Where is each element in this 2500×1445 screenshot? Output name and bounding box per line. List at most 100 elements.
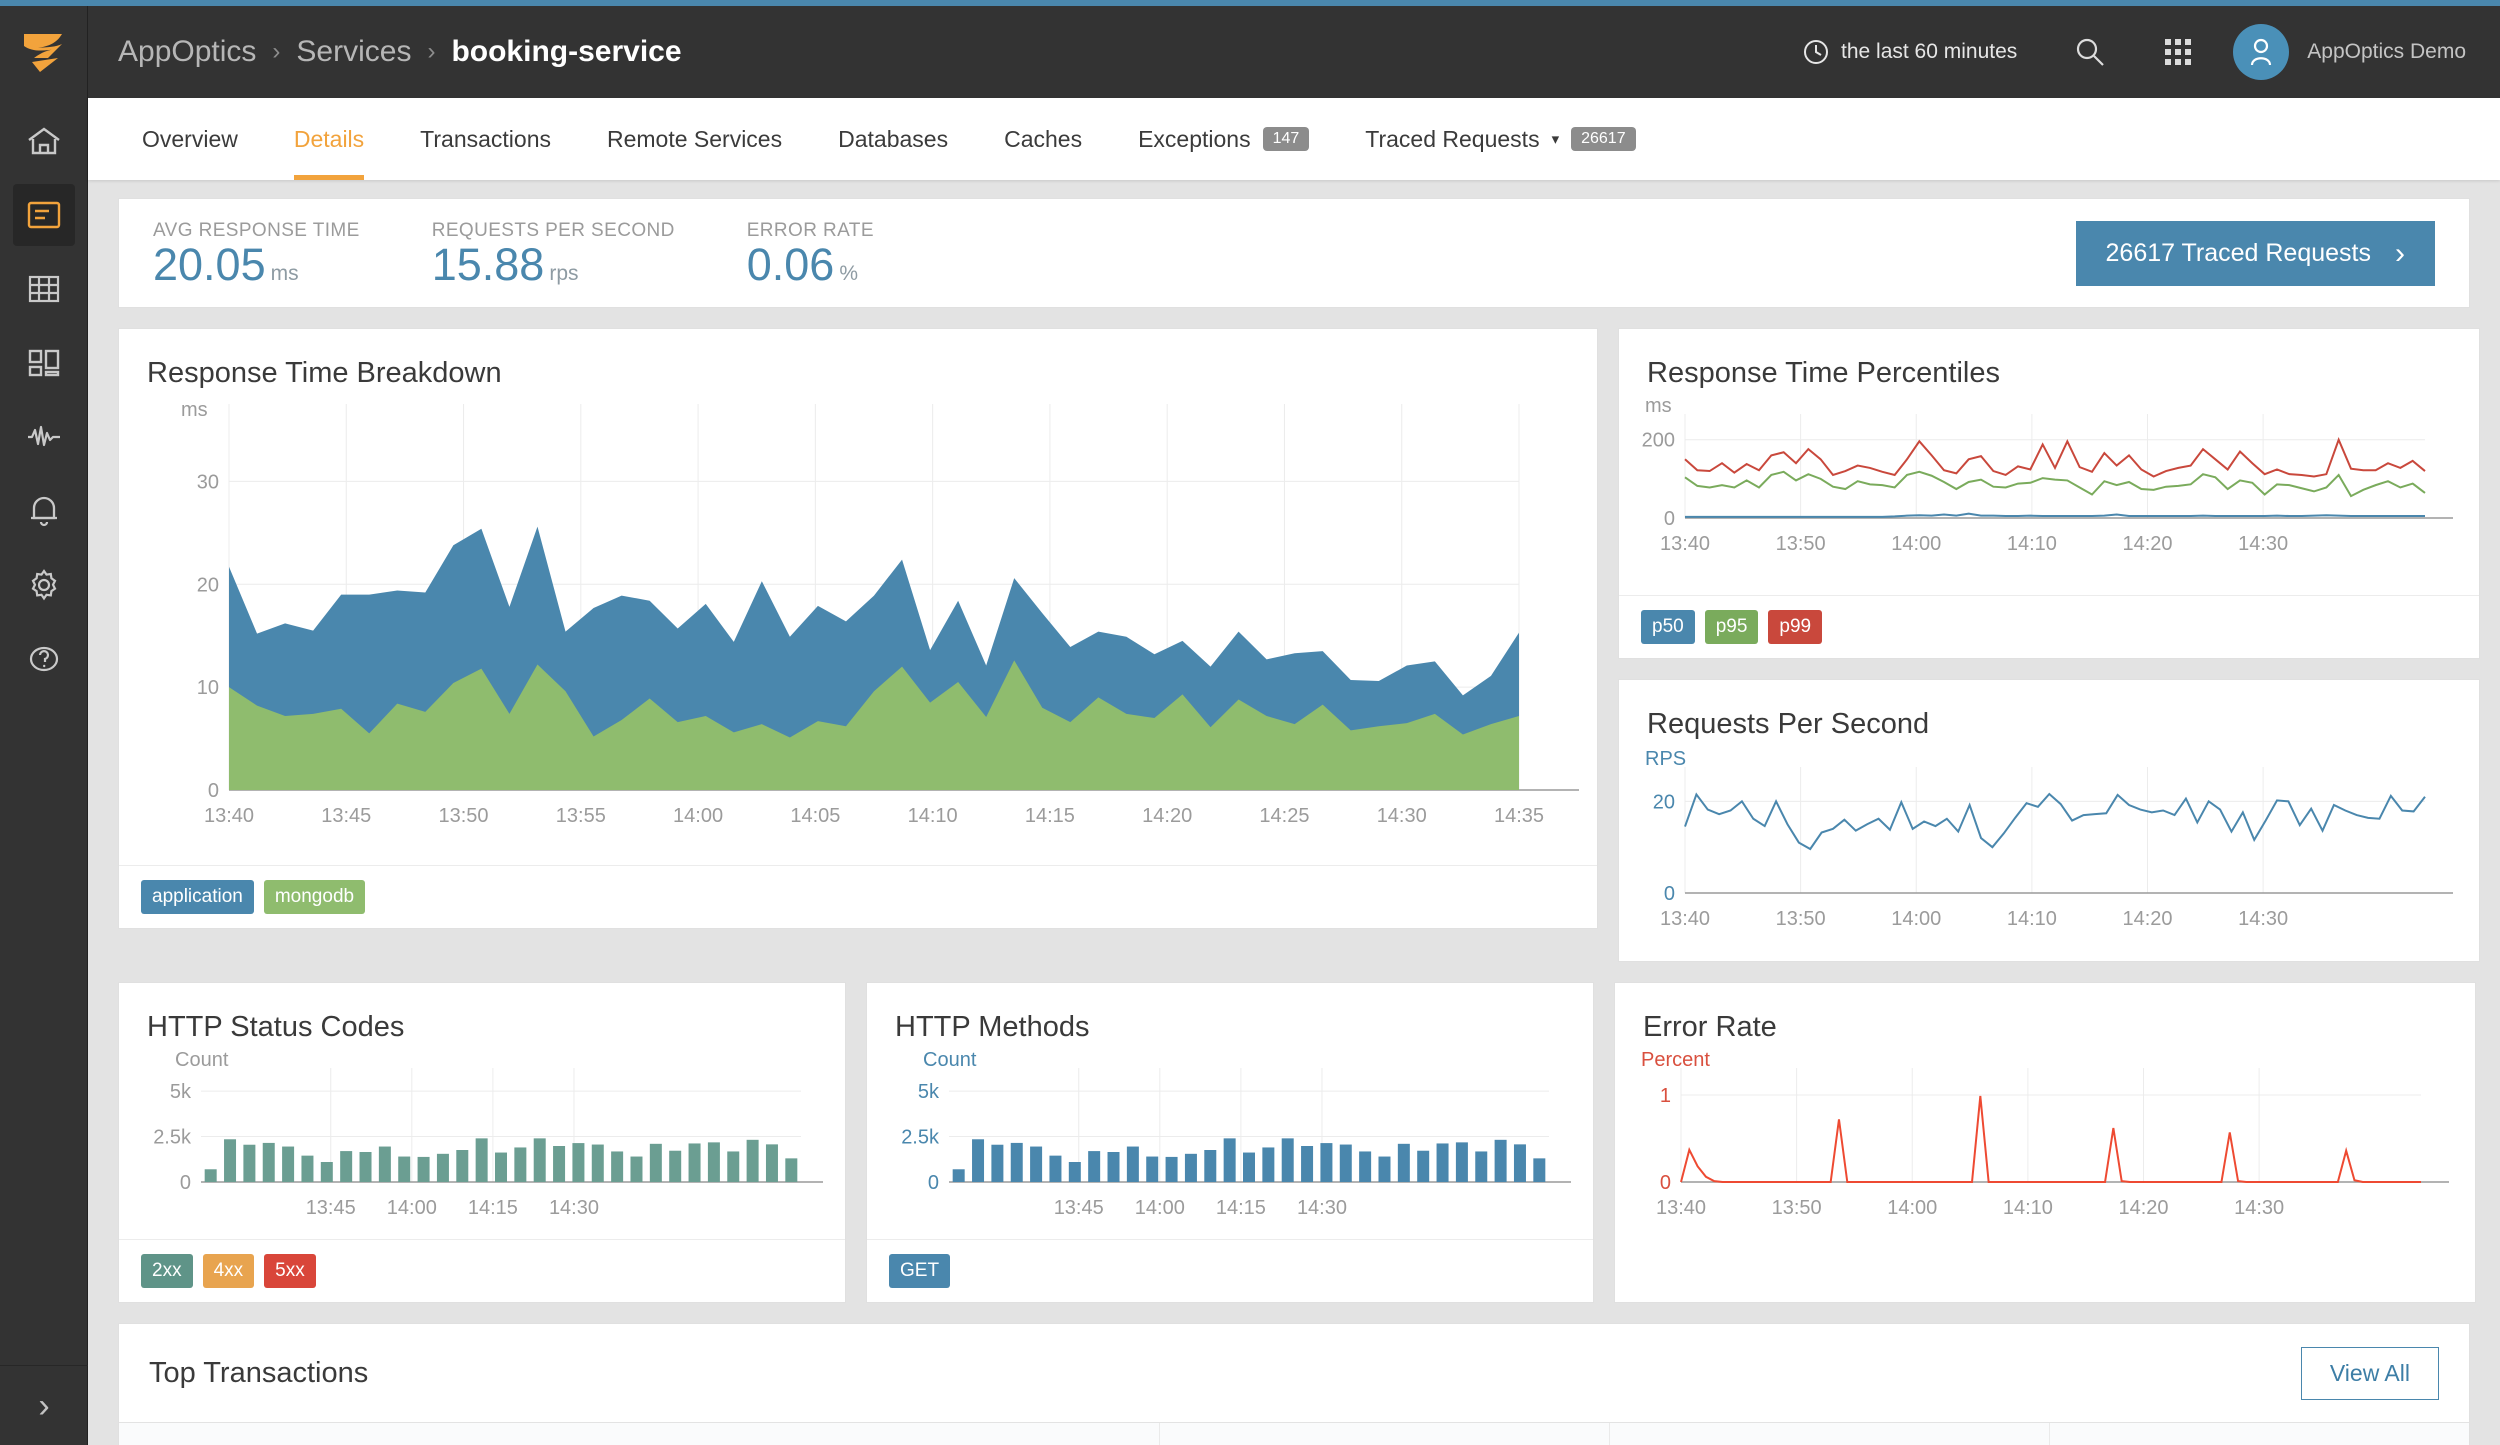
response-time-breakdown-chart[interactable]: ms010203013:4013:4513:5013:5514:0014:051… xyxy=(119,390,1597,865)
sidebar-item-service-detail[interactable] xyxy=(0,178,87,252)
breakdown-legend: application mongodb xyxy=(119,865,1597,928)
sidebar-item-dashboards[interactable] xyxy=(0,326,87,400)
tab-caches[interactable]: Caches xyxy=(976,98,1110,180)
column-header-avg-response-time[interactable]: Avg. Response Time xyxy=(1159,1423,1609,1445)
svg-text:1: 1 xyxy=(1660,1085,1671,1107)
legend-chip-4xx[interactable]: 4xx xyxy=(203,1254,255,1288)
response-time-percentiles-chart[interactable]: ms020013:4013:5014:0014:1014:2014:30 xyxy=(1619,390,2479,595)
sidebar-item-metrics[interactable] xyxy=(0,400,87,474)
legend-chip-get[interactable]: GET xyxy=(889,1254,950,1288)
svg-text:14:10: 14:10 xyxy=(2007,908,2057,930)
apps-grid-icon xyxy=(2164,38,2192,66)
user-name-label: AppOptics Demo xyxy=(2307,40,2466,64)
avatar[interactable] xyxy=(2233,24,2289,80)
tab-details[interactable]: Details xyxy=(266,98,392,180)
tab-databases[interactable]: Databases xyxy=(810,98,976,180)
legend-chip-5xx[interactable]: 5xx xyxy=(264,1254,316,1288)
appoptics-service-details-page: › AppOptics › Services › booking-service… xyxy=(0,0,2500,1445)
apps-menu-button[interactable] xyxy=(2151,25,2205,79)
error-rate-svg: Percent0113:4013:5014:0014:1014:2014:30 xyxy=(1615,1044,2475,1234)
http-status-codes-panel: HTTP Status Codes Count02.5k5k13:4514:00… xyxy=(118,982,846,1303)
svg-text:2.5k: 2.5k xyxy=(153,1127,192,1149)
tab-exceptions[interactable]: Exceptions 147 xyxy=(1110,98,1337,180)
breadcrumb-appoptics[interactable]: AppOptics xyxy=(118,35,256,69)
sidebar-item-help[interactable] xyxy=(0,622,87,696)
error-rate-chart[interactable]: Percent0113:4013:5014:0014:1014:2014:30 xyxy=(1615,1044,2475,1239)
chevron-down-icon: ▾ xyxy=(1552,130,1560,148)
error-rate-panel: Error Rate Percent0113:4013:5014:0014:10… xyxy=(1614,982,2476,1303)
tab-transactions[interactable]: Transactions xyxy=(392,98,579,180)
tab-label: Exceptions xyxy=(1138,126,1251,153)
kpi-avg-response-time: AVG RESPONSE TIME 20.05ms xyxy=(153,220,360,287)
tab-overview[interactable]: Overview xyxy=(114,98,266,180)
svg-text:14:05: 14:05 xyxy=(790,805,840,827)
appoptics-logo[interactable] xyxy=(0,6,87,98)
status-legend: 2xx 4xx 5xx xyxy=(119,1239,845,1302)
sidebar-item-alerts[interactable] xyxy=(0,474,87,548)
svg-text:13:45: 13:45 xyxy=(1054,1197,1104,1219)
column-header-transaction-name[interactable]: Transaction Name xyxy=(119,1423,1159,1445)
user-icon xyxy=(2247,37,2275,67)
svg-text:14:30: 14:30 xyxy=(1297,1197,1347,1219)
sidebar-expand-button[interactable]: › xyxy=(0,1365,88,1445)
svg-text:14:00: 14:00 xyxy=(387,1197,437,1219)
svg-text:14:10: 14:10 xyxy=(2007,533,2057,555)
charts-row-primary: Response Time Breakdown ms010203013:4013… xyxy=(118,328,2470,962)
service-tab-bar: Overview Details Transactions Remote Ser… xyxy=(88,98,2500,180)
http-status-codes-chart[interactable]: Count02.5k5k13:4514:0014:1514:30 xyxy=(119,1044,845,1239)
sidebar-item-home[interactable] xyxy=(0,104,87,178)
legend-chip-2xx[interactable]: 2xx xyxy=(141,1254,193,1288)
svg-text:14:15: 14:15 xyxy=(1216,1197,1266,1219)
view-all-button[interactable]: View All xyxy=(2301,1347,2439,1400)
svg-text:13:50: 13:50 xyxy=(1776,908,1826,930)
kpi-requests-per-second: REQUESTS PER SECOND 15.88rps xyxy=(432,220,675,287)
legend-chip-p99[interactable]: p99 xyxy=(1768,610,1822,644)
kpi-value: 20.05 xyxy=(153,239,266,290)
svg-text:ms: ms xyxy=(181,399,208,421)
svg-text:14:20: 14:20 xyxy=(1142,805,1192,827)
traced-requests-count-badge: 26617 xyxy=(1571,127,1636,151)
legend-chip-mongodb[interactable]: mongodb xyxy=(264,880,365,914)
legend-chip-p50[interactable]: p50 xyxy=(1641,610,1695,644)
tab-label: Caches xyxy=(1004,126,1082,153)
svg-text:14:20: 14:20 xyxy=(2122,533,2172,555)
svg-text:0: 0 xyxy=(1664,883,1675,905)
tab-traced-requests[interactable]: Traced Requests ▾ 26617 xyxy=(1337,98,1663,180)
traced-requests-button[interactable]: 26617 Traced Requests › xyxy=(2076,221,2435,286)
methods-svg: Count02.5k5k13:4514:0014:1514:30 xyxy=(867,1044,1593,1234)
svg-text:14:20: 14:20 xyxy=(2122,908,2172,930)
percentiles-svg: ms020013:4013:5014:0014:1014:2014:30 xyxy=(1619,390,2479,590)
breadcrumb-separator: › xyxy=(272,38,280,66)
column-header-error-rate[interactable]: Error Rate xyxy=(2049,1423,2469,1445)
breakdown-svg: ms010203013:4013:4513:5013:5514:0014:051… xyxy=(119,390,1597,860)
svg-text:ms: ms xyxy=(1645,395,1672,417)
panel-title: Error Rate xyxy=(1615,983,2475,1044)
legend-chip-application[interactable]: application xyxy=(141,880,254,914)
search-button[interactable] xyxy=(2063,25,2117,79)
svg-text:13:45: 13:45 xyxy=(321,805,371,827)
tab-label: Databases xyxy=(838,126,948,153)
response-time-percentiles-panel: Response Time Percentiles ms020013:4013:… xyxy=(1618,328,2480,659)
breadcrumb-services[interactable]: Services xyxy=(296,35,411,69)
legend-chip-p95[interactable]: p95 xyxy=(1705,610,1759,644)
panel-title: Response Time Breakdown xyxy=(119,329,1597,390)
column-header-avg-requests[interactable]: ↓ Avg. Requests xyxy=(1609,1423,2049,1445)
time-range-selector[interactable]: the last 60 minutes xyxy=(1803,39,2017,65)
page-content: AVG RESPONSE TIME 20.05ms REQUESTS PER S… xyxy=(88,180,2500,1445)
http-methods-chart[interactable]: Count02.5k5k13:4514:0014:1514:30 xyxy=(867,1044,1593,1239)
tab-remote-services[interactable]: Remote Services xyxy=(579,98,810,180)
tab-label: Traced Requests xyxy=(1365,126,1539,153)
sidebar-item-settings[interactable] xyxy=(0,548,87,622)
svg-text:14:30: 14:30 xyxy=(549,1197,599,1219)
requests-per-second-chart[interactable]: RPS02013:4013:5014:0014:1014:2014:30 xyxy=(1619,741,2479,961)
svg-text:14:25: 14:25 xyxy=(1259,805,1309,827)
svg-text:14:30: 14:30 xyxy=(2238,908,2288,930)
svg-text:0: 0 xyxy=(1664,508,1675,530)
svg-text:14:15: 14:15 xyxy=(1025,805,1075,827)
sidebar-item-tables[interactable] xyxy=(0,252,87,326)
clock-icon xyxy=(1803,39,1829,65)
kpi-value: 0.06 xyxy=(747,239,835,290)
header-right-controls: the last 60 minutes AppOptics Demo xyxy=(1803,24,2500,80)
svg-text:20: 20 xyxy=(197,574,219,596)
svg-text:14:00: 14:00 xyxy=(1135,1197,1185,1219)
